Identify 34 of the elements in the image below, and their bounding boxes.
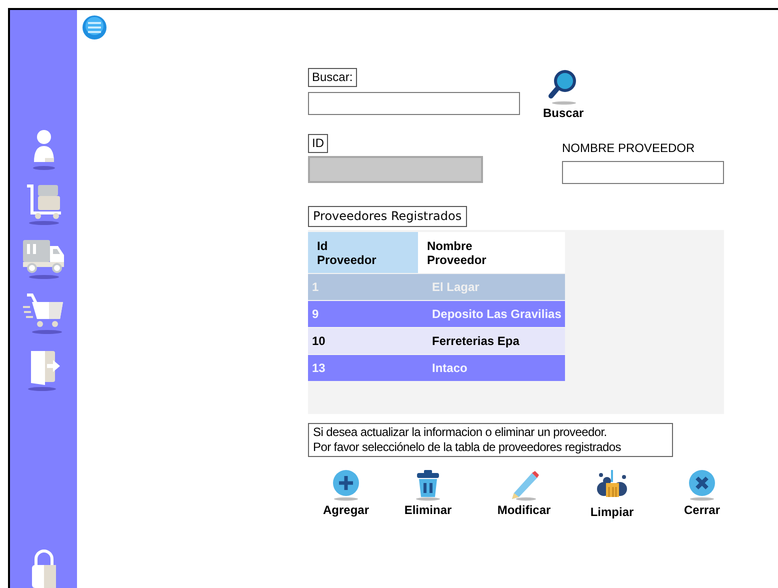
table-cell: 1 [308, 274, 418, 300]
search-field[interactable] [308, 92, 520, 115]
exit-door-icon[interactable] [26, 348, 60, 392]
menu-icon[interactable] [82, 15, 107, 40]
trash-icon [413, 469, 443, 501]
add-icon [331, 469, 361, 501]
name-label: NOMBRE PROVEEDOR [562, 141, 696, 155]
table-cell: Deposito Las Gravilias [418, 300, 566, 328]
clear-button[interactable]: Limpiar [582, 469, 642, 519]
id-label: ID [308, 134, 328, 153]
table-cell: El Lagar [418, 274, 566, 300]
table-cell: Ferreterias Epa [418, 328, 566, 354]
name-field[interactable] [562, 161, 724, 184]
table-cell: 13 [308, 354, 418, 381]
hand-truck-icon[interactable] [24, 183, 62, 225]
section-label: Proveedores Registrados [308, 206, 467, 227]
table-cell: 10 [308, 328, 418, 354]
delete-button[interactable]: Eliminar [398, 469, 458, 519]
close-icon [687, 469, 717, 501]
search-button[interactable]: Buscar [543, 68, 584, 120]
search-label: Buscar: [308, 68, 357, 87]
column-header[interactable]: Id Proveedor [308, 232, 418, 274]
truck-icon[interactable] [22, 238, 66, 280]
table-cell: Intaco [418, 354, 566, 381]
user-icon[interactable] [30, 128, 56, 170]
close-button[interactable]: Cerrar [672, 469, 732, 519]
table-row[interactable]: 10 Ferreterias Epa [308, 328, 566, 354]
shopping-cart-icon[interactable] [22, 293, 64, 335]
edit-button[interactable]: Modificar [494, 469, 554, 519]
add-button[interactable]: Agregar [316, 469, 376, 519]
table-cell: 9 [308, 300, 418, 328]
instruction-text: Si desea actualizar la informacion o eliminar un proveedor. Por favor selecciónelo de la tabla de proveedores registrados [308, 423, 673, 457]
search-icon [548, 68, 578, 106]
column-header[interactable]: Nombre Proveedor [418, 232, 566, 274]
